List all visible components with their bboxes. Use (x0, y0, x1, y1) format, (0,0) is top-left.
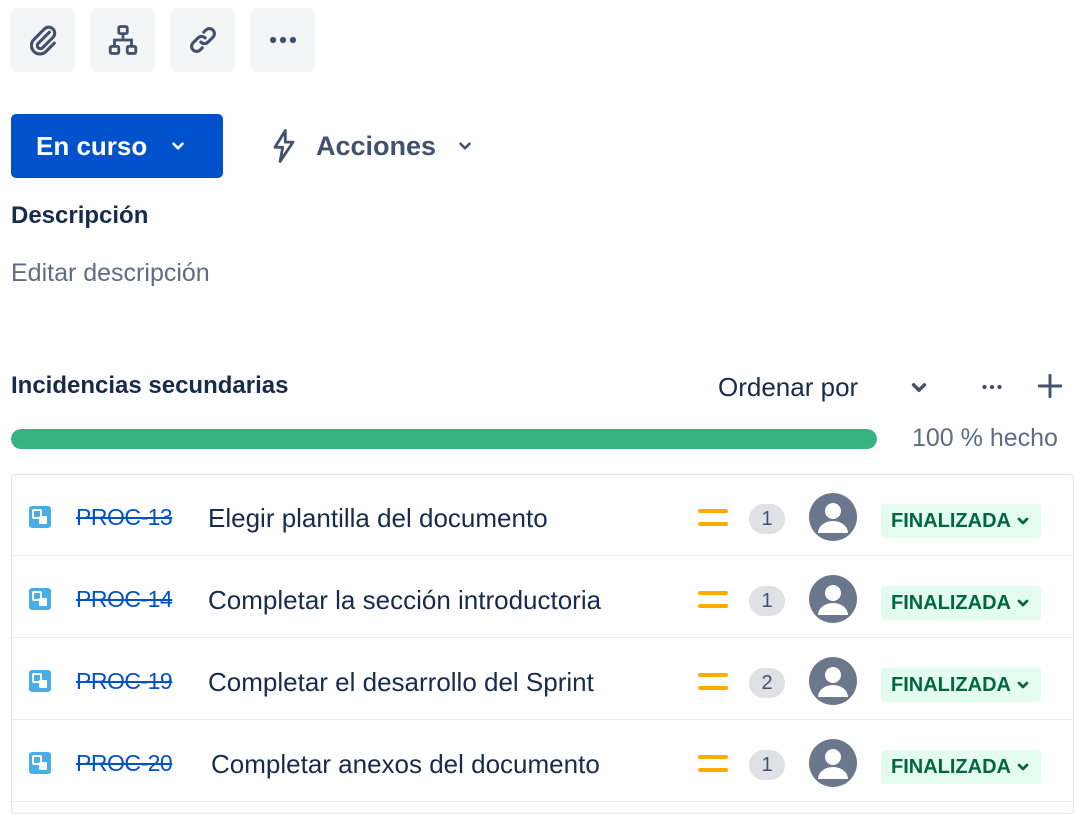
add-subtask-icon[interactable] (1034, 370, 1066, 407)
chevron-down-icon (1017, 763, 1029, 771)
issue-key-link[interactable]: PROC-13 (76, 504, 173, 531)
priority-medium-icon (698, 755, 728, 772)
subtask-type-icon (29, 588, 51, 610)
unassigned-avatar-icon[interactable] (809, 739, 857, 787)
sort-by-button[interactable]: Ordenar por (718, 372, 858, 403)
chevron-down-icon (1017, 517, 1029, 525)
status-label: En curso (36, 130, 148, 161)
subtask-row[interactable]: PROC-19 Completar el desarrollo del Spri… (12, 639, 1073, 720)
subtask-list: PROC-13 Elegir plantilla del documento 1… (11, 474, 1074, 814)
count-badge: 2 (749, 668, 785, 698)
lightning-icon (268, 128, 300, 164)
link-issue-button[interactable] (171, 8, 235, 72)
priority-medium-icon (698, 673, 728, 690)
progress-bar (11, 429, 877, 449)
chevron-down-icon (456, 137, 474, 155)
subtask-row[interactable]: PROC-20 Completar anexos del documento 1… (12, 721, 1073, 802)
unassigned-avatar-icon[interactable] (809, 657, 857, 705)
issue-key-link[interactable]: PROC-14 (76, 586, 173, 613)
chevron-down-icon (169, 137, 187, 155)
status-text: FINALIZADA (891, 755, 1011, 778)
subtask-summary[interactable]: Elegir plantilla del documento (208, 503, 548, 534)
count-badge: 1 (749, 750, 785, 780)
subtask-summary[interactable]: Completar el desarrollo del Sprint (208, 667, 594, 698)
hierarchy-icon (108, 25, 138, 55)
status-text: FINALIZADA (891, 591, 1011, 614)
count-badge: 1 (749, 586, 785, 616)
unassigned-avatar-icon[interactable] (809, 575, 857, 623)
subtask-summary[interactable]: Completar la sección introductoria (208, 585, 601, 616)
priority-medium-icon (698, 509, 728, 526)
subtask-summary[interactable]: Completar anexos del documento (211, 749, 600, 780)
progress-bar-fill (11, 429, 877, 449)
subtask-type-icon (29, 506, 51, 528)
status-lozenge[interactable]: FINALIZADA (881, 504, 1041, 538)
subtasks-more-icon[interactable] (977, 372, 1007, 407)
issue-key-link[interactable]: PROC-19 (76, 668, 173, 695)
description-heading: Descripción (11, 202, 149, 229)
paperclip-icon (29, 25, 57, 56)
subtask-type-icon (29, 670, 51, 692)
progress-label: 100 % hecho (912, 424, 1058, 452)
status-lozenge[interactable]: FINALIZADA (881, 668, 1041, 702)
status-lozenge[interactable]: FINALIZADA (881, 750, 1041, 784)
status-text: FINALIZADA (891, 509, 1011, 532)
more-actions-button[interactable] (251, 8, 315, 72)
actions-dropdown-button[interactable]: Acciones (268, 114, 474, 178)
subtasks-heading: Incidencias secundarias (11, 372, 289, 399)
issue-key-link[interactable]: PROC-20 (76, 750, 173, 777)
subtask-type-icon (29, 752, 51, 774)
link-icon (190, 27, 216, 53)
status-text: FINALIZADA (891, 673, 1011, 696)
attach-button[interactable] (11, 8, 75, 72)
subtask-row[interactable]: PROC-14 Completar la sección introductor… (12, 557, 1073, 638)
actions-label: Acciones (316, 130, 437, 161)
count-badge: 1 (749, 504, 785, 534)
status-lozenge[interactable]: FINALIZADA (881, 586, 1041, 620)
subtask-row[interactable]: PROC-13 Elegir plantilla del documento 1… (12, 475, 1073, 556)
child-issue-button[interactable] (91, 8, 155, 72)
unassigned-avatar-icon[interactable] (809, 493, 857, 541)
edit-description-field[interactable]: Editar descripción (11, 259, 210, 288)
sort-chevron-down-icon[interactable] (906, 374, 932, 405)
priority-medium-icon (698, 591, 728, 608)
chevron-down-icon (1017, 681, 1029, 689)
chevron-down-icon (1017, 599, 1029, 607)
status-dropdown-button[interactable]: En curso (11, 114, 223, 178)
more-icon (269, 36, 297, 44)
